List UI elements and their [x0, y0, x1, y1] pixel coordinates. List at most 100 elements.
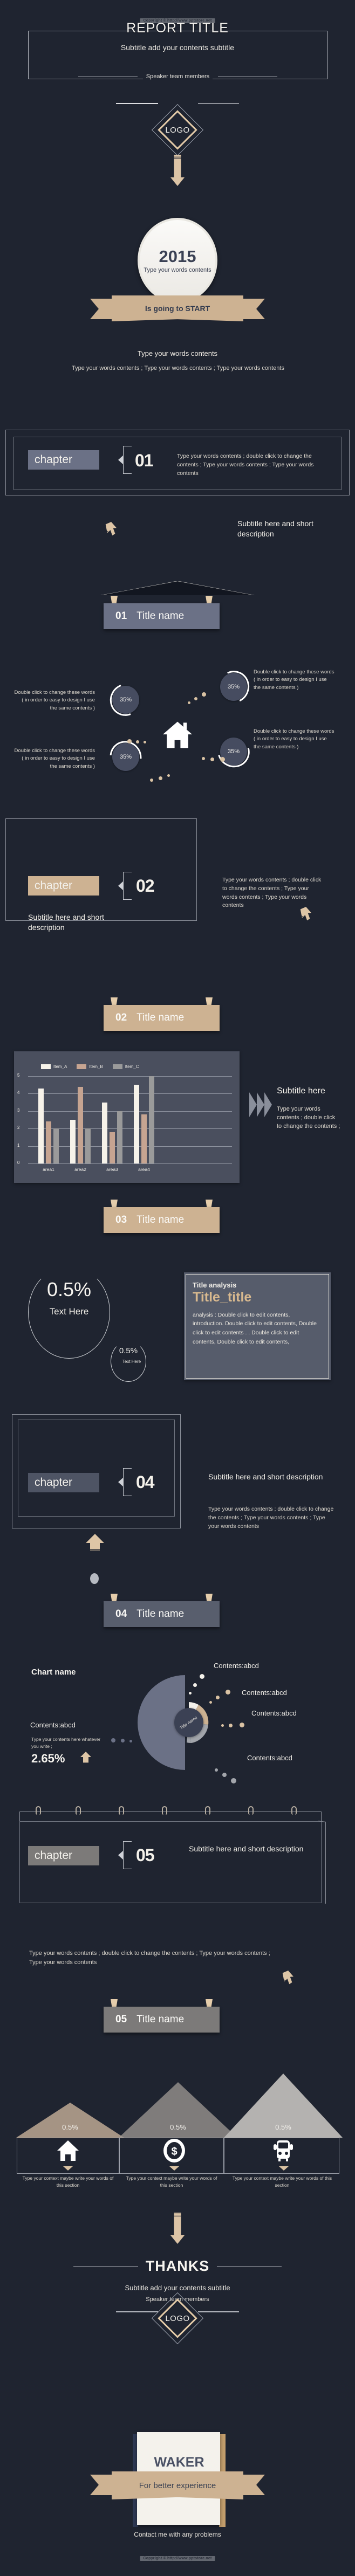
spiral-binding-icon [162, 1806, 167, 1815]
mountain-3-caret-icon [279, 2166, 289, 2171]
sign-04[interactable]: 04 Title name [104, 1594, 220, 1627]
bar-chart-legend: Item_A Item_B Item_C [41, 1064, 139, 1069]
home-button-dot[interactable] [90, 1573, 99, 1584]
cursor-pointer-icon-2 [297, 907, 311, 922]
bar-c-area1 [53, 1128, 59, 1163]
bar-b-area2 [78, 1087, 83, 1163]
cursor-pointer-icon-1 [103, 522, 117, 537]
legend-label-a: Item_A [53, 1064, 67, 1069]
chapter-02-subtitle: Subtitle here and short description [28, 913, 104, 932]
chapter-04-number: 04 [136, 1472, 155, 1492]
ytick-0: 0 [17, 1160, 20, 1165]
xtick-area4: area4 [138, 1167, 150, 1172]
sign-board-03: 03 Title name [104, 1207, 220, 1233]
chapter-02-frame [5, 818, 197, 921]
pct-circle-2: 35% [213, 666, 254, 708]
arrow-up-icon [84, 1533, 106, 1554]
watermark-bottom: Copyright © http://www.pptstore.net [140, 2556, 215, 2561]
chapter-04-tag: chapter [28, 1473, 99, 1492]
thanks-divider-right [217, 2266, 282, 2267]
ring-small-label: Text Here [122, 1359, 141, 1364]
chapter-01-subtitle: Subtitle here and short description [237, 519, 313, 538]
gridline-0 [28, 1163, 232, 1164]
ring-large-percent: 0.5% [46, 1278, 92, 1300]
year-note: Type your words contents [144, 266, 211, 273]
chapter-04-subtitle: Subtitle here and short description [208, 1472, 323, 1481]
mountain-2-percent: 0.5% [170, 2123, 186, 2131]
section05-lead-paragraph: Type your words contents ; double click … [29, 1950, 270, 1966]
sign-02[interactable]: 02 Title name [104, 997, 220, 1031]
poster-canvas: Copyright © http://www.pptstore.net REPO… [0, 0, 355, 2576]
sign-05-title: Title name [136, 2014, 185, 2025]
spiral-binding-icon [119, 1806, 124, 1815]
pct-text-2: Double click to change these words ( in … [254, 669, 334, 691]
chapter-04-body: Type your words contents ; double click … [208, 1506, 334, 1530]
notebook-fold [318, 1821, 326, 1904]
bar-c-area3 [117, 1111, 122, 1163]
chevron-1 [249, 1092, 257, 1117]
arrow-stripes [174, 156, 181, 159]
chapter-01-body: Type your words contents ; double click … [177, 453, 314, 477]
bar-chart-panel: Item_A Item_B Item_C 5 4 3 2 1 0 area1 a… [14, 1051, 240, 1183]
page-title: REPORT TITLE [126, 20, 229, 36]
mountain-3-text: Type your context maybe write your words… [232, 2175, 332, 2188]
intro-heading: Type your words contents [137, 349, 218, 357]
legend-label-b: Item_B [89, 1064, 103, 1069]
spiral-binding-icon [36, 1806, 41, 1815]
cover-frame [28, 31, 327, 79]
sign-03-number: 03 [115, 1214, 127, 1225]
mountain-3-percent: 0.5% [275, 2123, 291, 2131]
legend-swatch-b [77, 1064, 87, 1069]
mountain-1 [16, 2103, 124, 2138]
spiral-binding-icon [248, 1806, 254, 1815]
year-badge: 2015 Type your words contents [138, 218, 217, 303]
ytick-3: 3 [17, 1108, 20, 1113]
logo-line-left [116, 2311, 158, 2312]
logo-line-right [198, 2311, 239, 2312]
house-icon-mountain-1 [56, 2139, 80, 2165]
bus-icon-mountain-3 [271, 2139, 295, 2165]
chapter-01-label: chapter [35, 453, 73, 466]
logo-line-right [198, 103, 239, 104]
legend-swatch-a [41, 1064, 51, 1069]
chapter-01-bracket [123, 446, 132, 474]
gridline-4 [28, 1093, 232, 1094]
bar-b-area4 [141, 1114, 147, 1163]
chapter-02-bracket [123, 872, 132, 900]
logo-line-left [116, 103, 158, 104]
analysis-card-inner: Title analysis Title_title analysis : Do… [186, 1274, 329, 1379]
chapter-05-tag: chapter [28, 1846, 99, 1865]
arrow-down-icon-1 [169, 155, 186, 188]
chapter-02-number: 02 [136, 876, 155, 896]
pie-label-right-3: Contents:abcd [251, 1709, 297, 1717]
section02-side-body: Type your words contents ; double click … [277, 1106, 340, 1129]
sign-01[interactable]: 01 Title name [104, 596, 220, 629]
sign-03[interactable]: 03 Title name [104, 1200, 220, 1233]
intro-paragraph: Type your words contents ; Type your wor… [72, 365, 284, 371]
chapter-02-body: Type your words contents ; double click … [222, 877, 322, 909]
thanks-subtitle: Subtitle add your contents subtitle [125, 2284, 230, 2292]
pie-label-right-1: Contents:abcd [214, 1662, 259, 1670]
cover-subtitle: Subtitle add your contents subtitle [120, 43, 235, 52]
sign-board-01: 01 Title name [104, 603, 220, 629]
bar-b-area1 [46, 1121, 51, 1163]
sign-05[interactable]: 05 Title name [104, 1999, 220, 2033]
thanks-title: THANKS [145, 2258, 210, 2274]
legend-label-c: Item_C [125, 1064, 139, 1069]
chevron-3 [264, 1092, 272, 1117]
arrow-down-icon-2 [169, 2213, 186, 2248]
sign-02-number: 02 [115, 1012, 127, 1023]
pie-label-right-2: Contents:abcd [242, 1689, 287, 1697]
ytick-4: 4 [17, 1090, 20, 1095]
mountain-1-caret-icon [63, 2166, 73, 2171]
mountain-2-text: Type your context maybe write your words… [126, 2175, 217, 2188]
chapter-05-subtitle: Subtitle here and short description [189, 1844, 304, 1853]
pct-value-2: 35% [227, 684, 240, 690]
legend-item-a: Item_A [41, 1064, 67, 1069]
chevron-2 [257, 1092, 264, 1117]
bar-b-area3 [110, 1132, 115, 1163]
pct-circle-1: 35% [105, 678, 147, 721]
pct-text-1: Double click to change these words ( in … [14, 690, 95, 711]
bar-a-area4 [134, 1085, 139, 1163]
legend-item-b: Item_B [77, 1064, 103, 1069]
